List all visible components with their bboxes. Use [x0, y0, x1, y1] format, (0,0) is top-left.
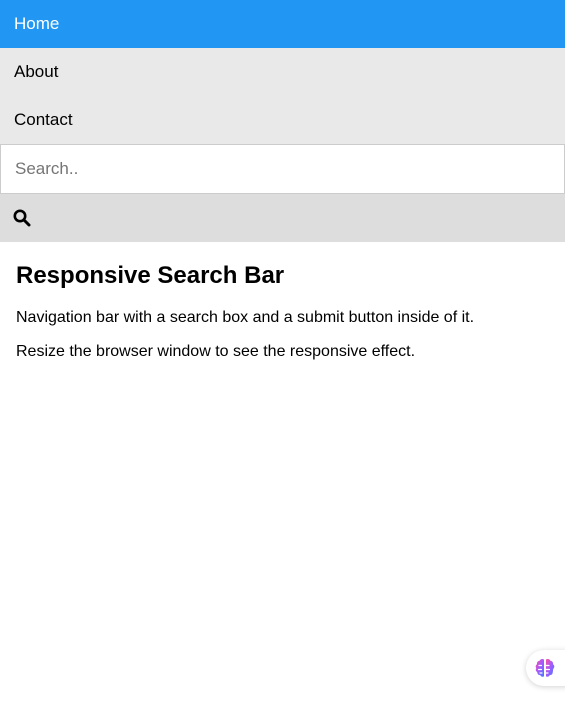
search-submit-button[interactable] [0, 194, 565, 242]
main-content: Responsive Search Bar Navigation bar wit… [0, 242, 565, 362]
top-navigation: Home About Contact [0, 0, 565, 242]
nav-link-about[interactable]: About [0, 48, 565, 96]
description-paragraph: Navigation bar with a search box and a s… [16, 309, 475, 326]
nav-link-home[interactable]: Home [0, 0, 565, 48]
search-input[interactable] [0, 144, 565, 194]
instruction-paragraph: Resize the browser window to see the res… [16, 343, 416, 360]
search-container [0, 144, 565, 242]
search-icon [13, 209, 565, 227]
nav-link-contact[interactable]: Contact [0, 96, 565, 144]
assistant-widget-button[interactable] [526, 650, 565, 686]
page-title: Responsive Search Bar [16, 262, 285, 289]
